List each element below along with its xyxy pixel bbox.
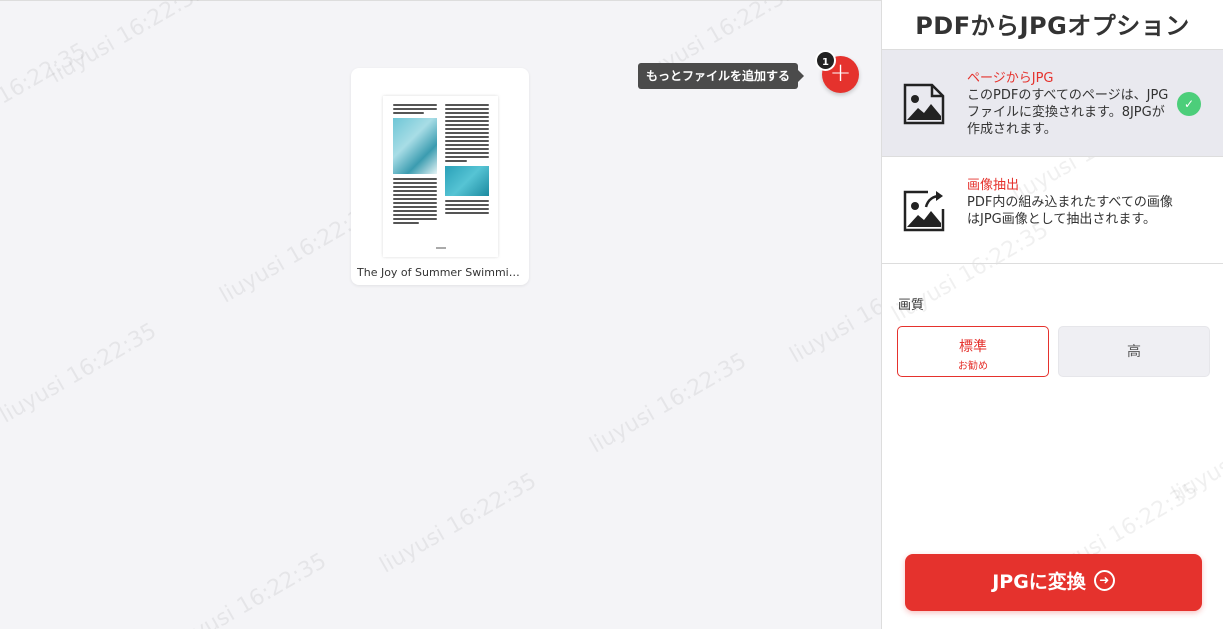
- file-card[interactable]: The Joy of Summer Swimming...: [351, 68, 529, 285]
- quality-label: 画質: [898, 298, 925, 313]
- add-more-tooltip: もっとファイルを追加する: [638, 63, 805, 89]
- options-panel: liuyusi 16:22:35 liuyusi 16:22:35 liuyus…: [881, 0, 1223, 629]
- watermark: liuyusi 16:22:35: [0, 38, 91, 149]
- option-description: このPDFのすべてのページは、JPGファイルに変換されます。8JPGが作成されま…: [967, 88, 1169, 137]
- watermark: liuyusi 16:22:35: [0, 318, 161, 429]
- quality-high-button[interactable]: 高: [1058, 326, 1210, 377]
- watermark: liuyusi 16:22:35: [1167, 398, 1223, 508]
- convert-label: JPGに変換: [992, 571, 1086, 593]
- pdf-thumbnail: [383, 96, 498, 257]
- watermark: liuyusi 16:22:35: [45, 0, 211, 89]
- convert-to-jpg-button[interactable]: JPGに変換 ➜: [905, 554, 1202, 611]
- option-extract-images[interactable]: 画像抽出 PDF内の組み込まれたすべての画像はJPG画像として抽出されます。: [882, 157, 1223, 264]
- option-title: ページからJPG: [967, 71, 1054, 86]
- file-count-badge: 1: [815, 50, 836, 71]
- image-export-icon: [903, 190, 945, 232]
- quality-standard-sub: お勧め: [958, 361, 988, 372]
- option-pages-to-jpg[interactable]: ページからJPG このPDFのすべてのページは、JPGファイルに変換されます。8…: [882, 50, 1223, 157]
- check-icon: ✓: [1177, 92, 1201, 116]
- image-icon: [903, 83, 945, 125]
- quality-standard-label: 標準: [959, 339, 987, 355]
- option-description: PDF内の組み込まれたすべての画像はJPG画像として抽出されます。: [967, 195, 1173, 227]
- workspace: liuyusi 16:22:35 liuyusi 16:22:35 liuyus…: [0, 0, 951, 629]
- file-name: The Joy of Summer Swimming...: [357, 266, 523, 279]
- watermark: liuyusi 16:22:35: [165, 548, 331, 629]
- quality-standard-button[interactable]: 標準 お勧め: [897, 326, 1049, 377]
- arrow-right-icon: ➜: [1093, 570, 1115, 591]
- watermark: liuyusi 16:22:35: [585, 348, 751, 459]
- panel-title: PDFからJPGオプション: [882, 0, 1223, 50]
- option-title: 画像抽出: [967, 178, 1020, 193]
- watermark: liuyusi 16:22:35: [375, 468, 541, 579]
